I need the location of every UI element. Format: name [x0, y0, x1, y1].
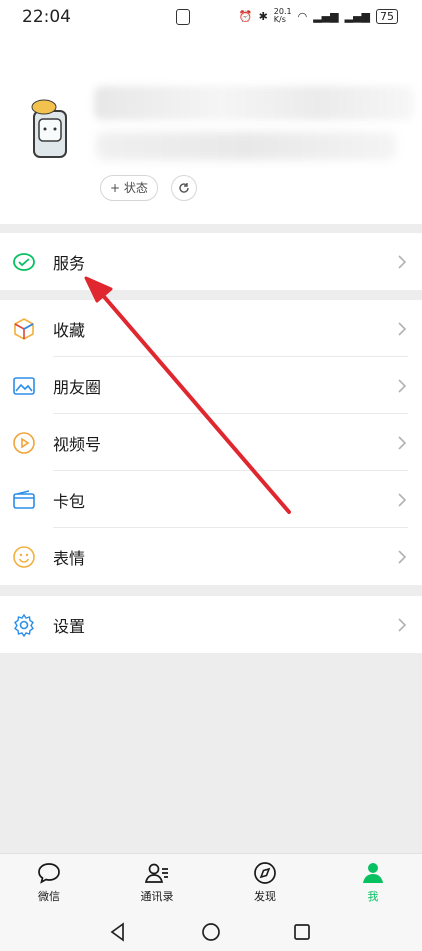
chevron-right-icon [398, 255, 407, 269]
service-icon [13, 253, 35, 271]
menu-label-stickers: 表情 [53, 549, 86, 568]
refresh-icon [179, 183, 189, 193]
bluetooth-icon: ✱ [258, 9, 268, 23]
tab-contacts[interactable]: 通讯录 [122, 861, 192, 904]
battery-indicator: 75 [376, 8, 398, 24]
profile-id-blurred [96, 132, 396, 160]
tab-label-chats: 微信 [38, 890, 60, 903]
contacts-icon [144, 863, 168, 883]
tab-label-discover: 发现 [254, 890, 276, 903]
menu-item-moments[interactable]: 朋友圈 [0, 357, 422, 414]
menu-item-stickers[interactable]: 表情 [0, 528, 422, 585]
alarm-icon: ⏰ [238, 9, 253, 23]
menu-label-favorites: 收藏 [53, 321, 86, 340]
sticker-smile-icon [13, 546, 35, 568]
system-nav-bar [0, 911, 422, 951]
status-bar: 22:04 ⏰ ✱ 20.1 K/s ◠ ▂▄▆ ▂▄▆ 75 [0, 0, 422, 34]
moments-picture-icon [13, 377, 35, 395]
wifi-icon: ◠ [297, 9, 308, 23]
settings-gear-icon [14, 613, 34, 637]
signal-icon: ▂▄▆ [313, 9, 339, 23]
menu-item-channels[interactable]: 视频号 [0, 414, 422, 471]
compass-icon [254, 862, 276, 884]
chevron-right-icon [398, 322, 407, 336]
profile-header[interactable]: + 状态 [0, 34, 422, 224]
tab-me[interactable]: 我 [338, 861, 408, 904]
menu-label-channels: 视频号 [53, 435, 102, 454]
menu-item-cards[interactable]: 卡包 [0, 471, 422, 528]
menu-label-moments: 朋友圈 [53, 378, 102, 397]
chevron-right-icon [398, 493, 407, 507]
avatar[interactable] [28, 97, 72, 159]
back-triangle-icon[interactable] [108, 922, 128, 942]
menu-item-favorites[interactable]: 收藏 [0, 300, 422, 357]
chevron-right-icon [398, 436, 407, 450]
signal-icon-2: ▂▄▆ [344, 9, 370, 23]
recents-square-icon[interactable] [293, 923, 311, 941]
bottom-tab-bar: 微信 通讯录 发现 我 [0, 853, 422, 912]
chevron-right-icon [398, 379, 407, 393]
tab-chats[interactable]: 微信 [14, 861, 84, 904]
chevron-right-icon [398, 618, 407, 632]
add-status-button[interactable]: + 状态 [100, 175, 158, 201]
menu-item-settings[interactable]: 设置 [0, 596, 422, 653]
status-time: 22:04 [22, 7, 71, 27]
menu-group-service: 服务 [0, 233, 422, 290]
person-icon [363, 863, 383, 883]
chat-bubble-icon [38, 863, 60, 884]
nfc-icon [176, 9, 190, 25]
home-circle-icon[interactable] [201, 922, 221, 942]
profile-name-blurred [94, 86, 414, 120]
channels-play-icon [13, 432, 35, 454]
menu-label-cards: 卡包 [53, 492, 86, 511]
refresh-status-button[interactable] [171, 175, 197, 201]
status-icons: ⏰ ✱ 20.1 K/s ◠ ▂▄▆ ▂▄▆ 75 [239, 8, 398, 24]
chevron-right-icon [398, 550, 407, 564]
tab-label-me: 我 [367, 890, 379, 903]
tab-label-contacts: 通讯录 [140, 890, 174, 903]
card-wallet-icon [13, 490, 35, 509]
favorites-cube-icon [14, 318, 34, 340]
menu-item-service[interactable]: 服务 [0, 233, 422, 290]
menu-label-service: 服务 [53, 254, 86, 273]
menu-group-settings: 设置 [0, 596, 422, 653]
net-speed: 20.1 K/s [273, 7, 292, 24]
menu-group-main: 收藏 朋友圈 视频号 卡包 表情 [0, 300, 422, 585]
tab-discover[interactable]: 发现 [230, 861, 300, 904]
menu-label-settings: 设置 [53, 617, 86, 636]
